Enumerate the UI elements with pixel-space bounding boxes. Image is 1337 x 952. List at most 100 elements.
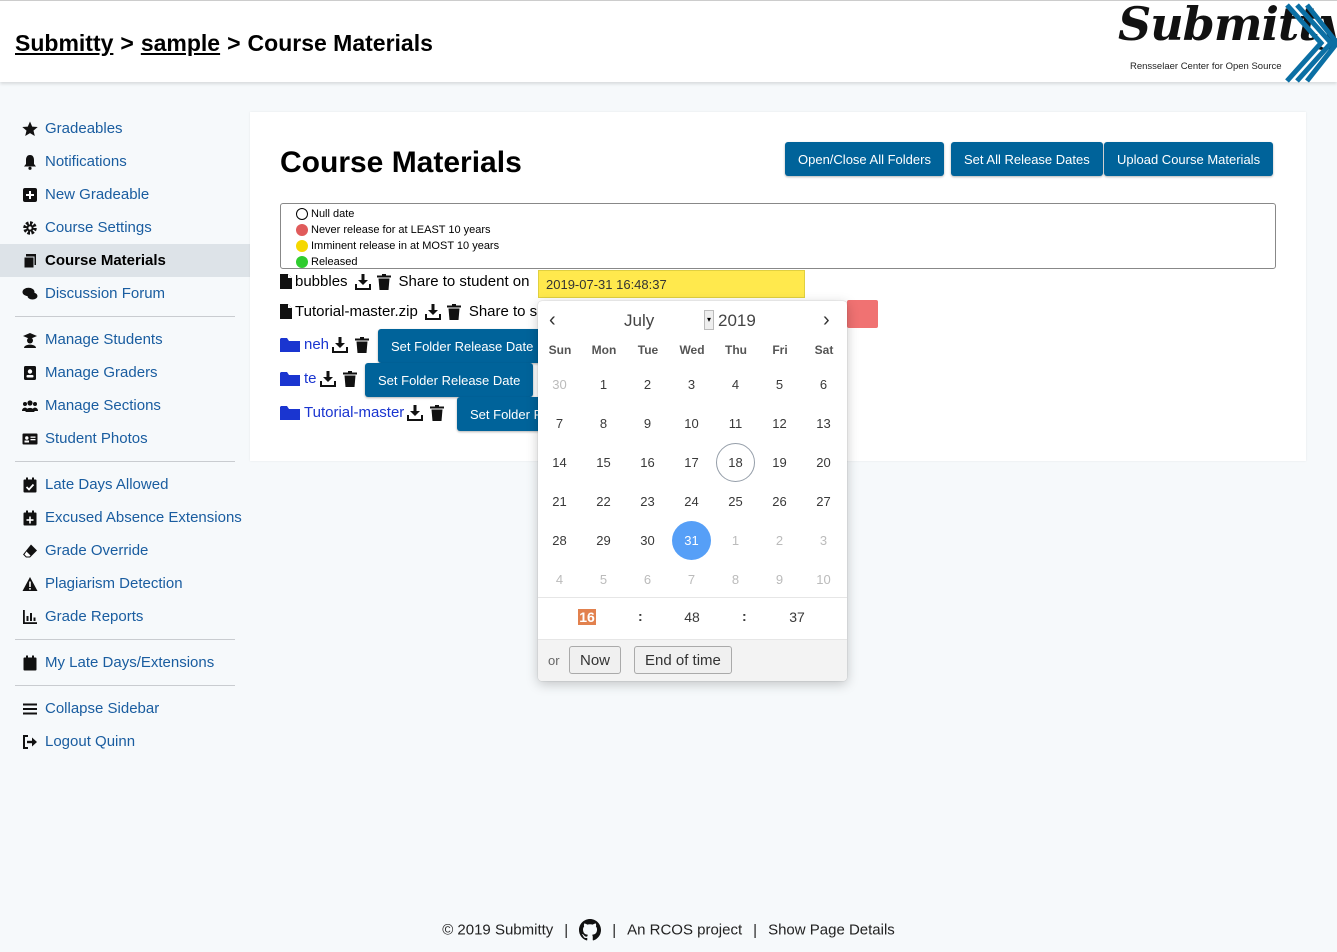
download-icon[interactable]: [424, 303, 441, 320]
calendar-day[interactable]: 31: [672, 521, 711, 560]
sidebar-item-discussion-forum[interactable]: Discussion Forum: [0, 277, 250, 310]
calendar-day[interactable]: 30: [628, 521, 667, 560]
calendar-day[interactable]: 12: [760, 404, 799, 443]
trash-icon[interactable]: [355, 336, 370, 353]
calendar-day[interactable]: 14: [540, 443, 579, 482]
calendar-day[interactable]: 11: [716, 404, 755, 443]
calendar-day[interactable]: 7: [672, 560, 711, 599]
calendar-day[interactable]: 3: [804, 521, 843, 560]
folder-icon[interactable]: [280, 371, 300, 387]
sidebar-item-plagiarism-detection[interactable]: Plagiarism Detection: [0, 567, 250, 600]
upload-course-materials-button[interactable]: Upload Course Materials: [1104, 142, 1274, 176]
calendar-day[interactable]: 20: [804, 443, 843, 482]
month-dropdown-arrow-icon[interactable]: ▾: [704, 310, 714, 330]
calendar-day[interactable]: 4: [540, 560, 579, 599]
calendar-day[interactable]: 25: [716, 482, 755, 521]
calendar-day[interactable]: 10: [672, 404, 711, 443]
sidebar-item-gradeables[interactable]: Gradeables: [0, 112, 250, 145]
calendar-day[interactable]: 13: [804, 404, 843, 443]
calendar-day[interactable]: 21: [540, 482, 579, 521]
trash-icon[interactable]: [342, 370, 357, 387]
folder-icon[interactable]: [280, 405, 300, 421]
calendar-day[interactable]: 22: [584, 482, 623, 521]
show-page-details-link[interactable]: Show Page Details: [768, 922, 895, 939]
calendar-day[interactable]: 23: [628, 482, 667, 521]
sidebar-item-late-days-allowed[interactable]: Late Days Allowed: [0, 468, 250, 501]
calendar-day[interactable]: 3: [672, 365, 711, 404]
calendar-day[interactable]: 5: [584, 560, 623, 599]
download-icon[interactable]: [332, 336, 349, 353]
sidebar-item-notifications[interactable]: Notifications: [0, 145, 250, 178]
trash-icon[interactable]: [376, 273, 391, 290]
calendar-day[interactable]: 2: [760, 521, 799, 560]
hour-value[interactable]: 16: [578, 609, 596, 625]
folder-icon[interactable]: [280, 337, 300, 353]
sidebar-item-collapse-sidebar[interactable]: Collapse Sidebar: [0, 692, 250, 725]
calendar-day[interactable]: 6: [628, 560, 667, 599]
sidebar-item-logout[interactable]: Logout Quinn: [0, 725, 250, 758]
folder-link[interactable]: neh: [304, 336, 329, 353]
year-input[interactable]: 2019: [718, 311, 756, 331]
calendar-day[interactable]: 9: [628, 404, 667, 443]
file-name[interactable]: bubbles: [295, 273, 348, 290]
calendar-day[interactable]: 1: [584, 365, 623, 404]
trash-icon[interactable]: [446, 303, 461, 320]
calendar-day[interactable]: 27: [804, 482, 843, 521]
release-date-input[interactable]: [538, 270, 805, 298]
download-icon[interactable]: [354, 273, 371, 290]
calendar-day[interactable]: 6: [804, 365, 843, 404]
submitty-logo[interactable]: Submitty Rensselaer Center for Open Sour…: [1115, 0, 1337, 83]
trash-icon[interactable]: [430, 404, 445, 421]
set-folder-release-date-button[interactable]: Set Folder Release Date: [378, 329, 547, 363]
calendar-day[interactable]: 4: [716, 365, 755, 404]
calendar-day[interactable]: 8: [584, 404, 623, 443]
file-name[interactable]: Tutorial-master.zip: [295, 303, 418, 320]
calendar-day[interactable]: 2: [628, 365, 667, 404]
calendar-day[interactable]: 1: [716, 521, 755, 560]
calendar-day[interactable]: 9: [760, 560, 799, 599]
calendar-day[interactable]: 28: [540, 521, 579, 560]
sidebar-item-my-late-days[interactable]: My Late Days/Extensions: [0, 646, 250, 679]
folder-link[interactable]: Tutorial-master: [304, 404, 404, 421]
calendar-day[interactable]: 5: [760, 365, 799, 404]
release-date-input-never[interactable]: [847, 300, 878, 328]
download-icon[interactable]: [319, 370, 336, 387]
folder-link[interactable]: te: [304, 370, 317, 387]
sidebar-item-student-photos[interactable]: Student Photos: [0, 422, 250, 455]
sidebar-item-manage-sections[interactable]: Manage Sections: [0, 389, 250, 422]
calendar-day[interactable]: 30: [540, 365, 579, 404]
calendar-day[interactable]: 26: [760, 482, 799, 521]
sidebar-item-grade-override[interactable]: Grade Override: [0, 534, 250, 567]
open-close-all-folders-button[interactable]: Open/Close All Folders: [785, 142, 944, 176]
second-input[interactable]: 37: [777, 609, 817, 625]
calendar-day[interactable]: 8: [716, 560, 755, 599]
sidebar-item-course-materials[interactable]: Course Materials: [0, 244, 250, 277]
month-select[interactable]: July: [624, 311, 654, 331]
download-icon[interactable]: [407, 404, 424, 421]
sidebar-item-manage-graders[interactable]: Manage Graders: [0, 356, 250, 389]
calendar-day[interactable]: 17: [672, 443, 711, 482]
prev-month-icon[interactable]: ‹: [549, 309, 556, 332]
sidebar-item-new-gradeable[interactable]: New Gradeable: [0, 178, 250, 211]
sidebar-item-grade-reports[interactable]: Grade Reports: [0, 600, 250, 633]
calendar-day[interactable]: 7: [540, 404, 579, 443]
breadcrumb-course-link[interactable]: sample: [141, 30, 220, 56]
calendar-day[interactable]: 29: [584, 521, 623, 560]
sidebar-item-excused-absence-extensions[interactable]: Excused Absence Extensions: [0, 501, 250, 534]
rcos-link[interactable]: An RCOS project: [627, 922, 742, 939]
minute-input[interactable]: 48: [672, 609, 712, 625]
set-all-release-dates-button[interactable]: Set All Release Dates: [951, 142, 1103, 176]
breadcrumb-home-link[interactable]: Submitty: [15, 30, 113, 56]
hour-input[interactable]: 16: [567, 609, 607, 625]
calendar-day[interactable]: 15: [584, 443, 623, 482]
next-month-icon[interactable]: ›: [823, 309, 830, 332]
calendar-day[interactable]: 19: [760, 443, 799, 482]
calendar-day[interactable]: 24: [672, 482, 711, 521]
calendar-day[interactable]: 16: [628, 443, 667, 482]
calendar-day[interactable]: 18: [716, 443, 755, 482]
calendar-day[interactable]: 10: [804, 560, 843, 599]
sidebar-item-course-settings[interactable]: Course Settings: [0, 211, 250, 244]
github-icon[interactable]: [579, 919, 602, 941]
now-button[interactable]: Now: [569, 646, 622, 674]
set-folder-release-date-button[interactable]: Set Folder Release Date: [365, 363, 534, 397]
